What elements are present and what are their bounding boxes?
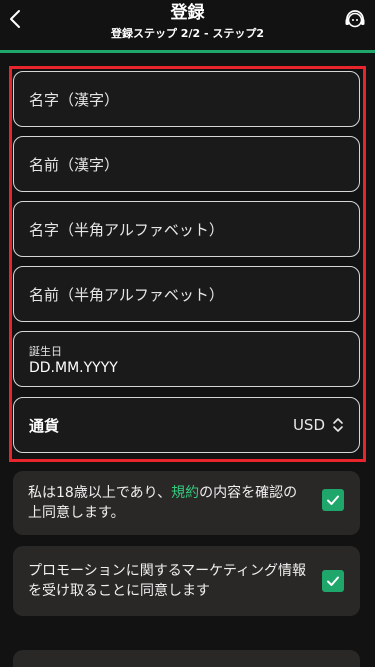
marketing-checkbox[interactable] xyxy=(322,570,344,592)
currency-value: USD xyxy=(292,416,325,434)
last-name-kanji-field[interactable]: 名字（漢字） xyxy=(13,71,360,127)
bottom-card[interactable] xyxy=(13,650,360,667)
marketing-consent-text: プロモーションに関するマーケティング情報を受け取ることに同意します xyxy=(28,563,307,599)
checkmark-icon xyxy=(327,495,339,505)
last-name-alpha-field[interactable]: 名字（半角アルファベット） xyxy=(13,201,360,257)
birthdate-field[interactable]: 誕生日 DD.MM.YYYY xyxy=(13,331,360,387)
terms-link[interactable]: 規約 xyxy=(171,485,199,501)
chevron-up-down-icon xyxy=(331,398,345,452)
age-terms-consent: 私は18歳以上であり、規約の内容を確認の上同意します。 xyxy=(13,471,360,535)
support-button[interactable] xyxy=(343,8,367,32)
birthdate-label: 誕生日 xyxy=(29,345,62,358)
birthdate-value: DD.MM.YYYY xyxy=(29,360,118,376)
step-indicator: 登録ステップ 2/2 - ステップ2 xyxy=(110,27,265,40)
age-terms-text: 私は18歳以上であり、規約の内容を確認の上同意します。 xyxy=(28,483,308,523)
registration-screen: 登録 登録ステップ 2/2 - ステップ2 名字（漢字） 名前（漢字） 名字（半… xyxy=(0,0,375,667)
first-name-alpha-field[interactable]: 名前（半角アルファベット） xyxy=(13,266,360,322)
headset-icon xyxy=(345,10,365,28)
checkmark-icon xyxy=(327,576,339,586)
header: 登録 登録ステップ 2/2 - ステップ2 xyxy=(0,0,375,50)
currency-label: 通貨 xyxy=(29,416,60,435)
currency-select[interactable]: 通貨 USD xyxy=(13,397,360,453)
page-title: 登録 xyxy=(170,3,205,23)
marketing-consent: プロモーションに関するマーケティング情報を受け取ることに同意します xyxy=(13,546,360,616)
age-terms-text-before: 私は18歳以上であり、 xyxy=(28,485,172,501)
first-name-kanji-field[interactable]: 名前（漢字） xyxy=(13,136,360,192)
first-name-kanji-placeholder: 名前（漢字） xyxy=(29,155,120,174)
age-terms-checkbox[interactable] xyxy=(322,489,344,511)
last-name-kanji-placeholder: 名字（漢字） xyxy=(29,90,120,109)
first-name-alpha-placeholder: 名前（半角アルファベット） xyxy=(29,285,224,304)
header-accent-line xyxy=(0,50,375,53)
last-name-alpha-placeholder: 名字（半角アルファベット） xyxy=(29,220,224,239)
